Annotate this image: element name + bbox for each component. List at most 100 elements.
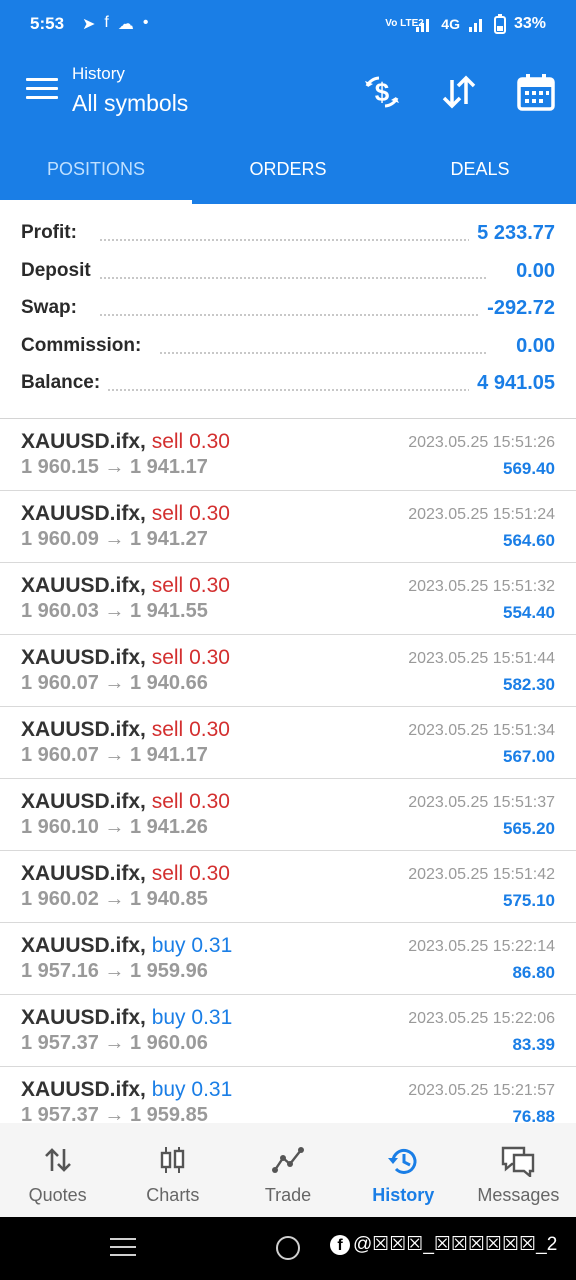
lot-size: 0.31 [191, 934, 233, 957]
open-price: 1 960.10 [21, 816, 99, 838]
position-row[interactable]: XAUUSD.ifx, buy 0.31 1 957.37 → 1 959.85 2… [0, 1067, 576, 1123]
nav-label: Quotes [28, 1185, 87, 1205]
open-price: 1 960.02 [21, 888, 99, 910]
nav-quotes[interactable]: Quotes [0, 1123, 115, 1217]
lot-size: 0.30 [189, 430, 230, 453]
position-row[interactable]: XAUUSD.ifx, buy 0.31 1 957.16 → 1 959.96 2… [0, 923, 576, 995]
position-time: 2023.05.25 15:51:26 [408, 434, 555, 451]
close-price: 1 941.17 [129, 744, 208, 766]
page-subtitle: History [72, 64, 125, 83]
history-tabs: POSITIONS ORDERS DEALS [0, 140, 576, 204]
open-price: 1 960.03 [21, 600, 99, 622]
position-prices: 1 960.03 → 1 941.55 [21, 600, 208, 623]
arrow-icon: → [104, 672, 125, 694]
position-row[interactable]: XAUUSD.ifx, sell 0.30 1 960.15 → 1 941.17… [0, 419, 576, 491]
nav-label: Messages [477, 1185, 560, 1205]
calendar-icon[interactable] [516, 72, 556, 112]
tab-orders[interactable]: ORDERS [192, 140, 384, 204]
position-symbol: XAUUSD.ifx, sell 0.30 [21, 646, 230, 670]
position-profit: 567.00 [503, 747, 555, 766]
notification-icons: ➤ f ☁ • [82, 14, 148, 34]
position-profit: 83.39 [512, 1035, 555, 1054]
lot-size: 0.30 [189, 862, 230, 885]
position-row[interactable]: XAUUSD.ifx, sell 0.30 1 960.02 → 1 940.85… [0, 851, 576, 923]
position-prices: 1 960.02 → 1 940.85 [21, 888, 208, 911]
summary-label: Deposit [21, 259, 97, 282]
summary-value: -292.72 [479, 297, 555, 320]
position-row[interactable]: XAUUSD.ifx, sell 0.30 1 960.07 → 1 941.17… [0, 707, 576, 779]
position-profit: 86.80 [512, 963, 555, 982]
summary-label: Commission: [21, 334, 148, 357]
trade-side: sell 0.30 [152, 574, 230, 597]
trade-side: sell 0.30 [152, 718, 230, 741]
active-tab-indicator [0, 200, 192, 204]
sort-icon[interactable] [439, 72, 479, 112]
status-bar: 5:53 ➤ f ☁ • Vo LTE2 4G 33% [0, 0, 576, 48]
home-button[interactable] [276, 1236, 300, 1260]
battery-icon [493, 14, 506, 34]
recent-apps-button[interactable] [110, 1238, 136, 1262]
position-row[interactable]: XAUUSD.ifx, sell 0.30 1 960.10 → 1 941.26… [0, 779, 576, 851]
quotes-icon [44, 1148, 71, 1172]
position-prices: 1 960.09 → 1 941.27 [21, 528, 208, 551]
symbol-name: XAUUSD.ifx, [21, 1078, 146, 1101]
position-prices: 1 960.15 → 1 941.17 [21, 456, 208, 479]
position-symbol: XAUUSD.ifx, buy 0.31 [21, 1006, 232, 1030]
position-row[interactable]: XAUUSD.ifx, sell 0.30 1 960.09 → 1 941.27… [0, 491, 576, 563]
position-row[interactable]: XAUUSD.ifx, buy 0.31 1 957.37 → 1 960.06 2… [0, 995, 576, 1067]
nav-history[interactable]: History [346, 1123, 461, 1217]
open-price: 1 960.15 [21, 456, 99, 478]
tab-deals[interactable]: DEALS [384, 140, 576, 204]
facebook-icon: f [330, 1234, 350, 1255]
side-label: sell [151, 430, 184, 453]
position-symbol: XAUUSD.ifx, buy 0.31 [21, 1078, 232, 1102]
close-price: 1 941.27 [129, 528, 208, 550]
position-symbol: XAUUSD.ifx, sell 0.30 [21, 502, 230, 526]
open-price: 1 957.16 [21, 960, 99, 982]
lot-size: 0.30 [189, 790, 230, 813]
arrow-icon: → [104, 888, 125, 910]
summary-label: Profit: [21, 222, 83, 244]
position-time: 2023.05.25 15:22:14 [408, 938, 555, 955]
messages-icon [502, 1146, 535, 1177]
trade-side: sell 0.30 [152, 646, 230, 669]
symbol-name: XAUUSD.ifx, [21, 1006, 146, 1029]
position-prices: 1 957.16 → 1 959.96 [21, 960, 208, 983]
summary-row-balance: Balance: 4 941.05 [0, 364, 576, 402]
lot-size: 0.30 [189, 646, 230, 669]
position-prices: 1 957.37 → 1 960.06 [21, 1032, 208, 1055]
position-time: 2023.05.25 15:51:44 [408, 650, 555, 667]
position-symbol: XAUUSD.ifx, sell 0.30 [21, 574, 230, 598]
nav-messages[interactable]: Messages [461, 1123, 576, 1217]
summary-value: 0.00 [508, 334, 555, 358]
trade-side: sell 0.30 [152, 790, 230, 813]
position-time: 2023.05.25 15:51:24 [408, 506, 555, 523]
symbol-name: XAUUSD.ifx, [21, 574, 146, 597]
summary-value: 0.00 [508, 259, 555, 283]
nav-charts[interactable]: Charts [115, 1123, 230, 1217]
position-symbol: XAUUSD.ifx, sell 0.30 [21, 790, 230, 814]
position-row[interactable]: XAUUSD.ifx, sell 0.30 1 960.03 → 1 941.55… [0, 563, 576, 635]
side-label: sell [151, 862, 184, 885]
symbol-name: XAUUSD.ifx, [21, 430, 146, 453]
facebook-icon: f [104, 14, 109, 31]
summary-row-commission: Commission: 0.00 [0, 327, 576, 365]
nav-label: Trade [264, 1185, 312, 1205]
position-profit: 76.88 [512, 1107, 555, 1123]
arrow-icon: → [104, 744, 125, 766]
lot-size: 0.30 [189, 502, 230, 525]
symbol-name: XAUUSD.ifx, [21, 934, 146, 957]
menu-button[interactable] [26, 78, 58, 102]
watermark-text: @☒☒☒_☒☒☒☒☒☒_2 [353, 1234, 558, 1255]
close-price: 1 959.85 [129, 1104, 208, 1123]
side-label: buy [151, 1078, 186, 1101]
symbol-filter[interactable]: All symbols [72, 90, 188, 117]
open-price: 1 960.07 [21, 744, 99, 766]
position-row[interactable]: XAUUSD.ifx, sell 0.30 1 960.07 → 1 940.66… [0, 635, 576, 707]
tab-positions[interactable]: POSITIONS [0, 140, 192, 204]
currency-exchange-icon[interactable]: $ [362, 72, 402, 112]
close-price: 1 940.85 [129, 888, 208, 910]
system-navigation-bar: f @☒☒☒_☒☒☒☒☒☒_2 [0, 1217, 576, 1280]
nav-trade[interactable]: Trade [230, 1123, 345, 1217]
app-bar: History All symbols $ [0, 48, 576, 140]
